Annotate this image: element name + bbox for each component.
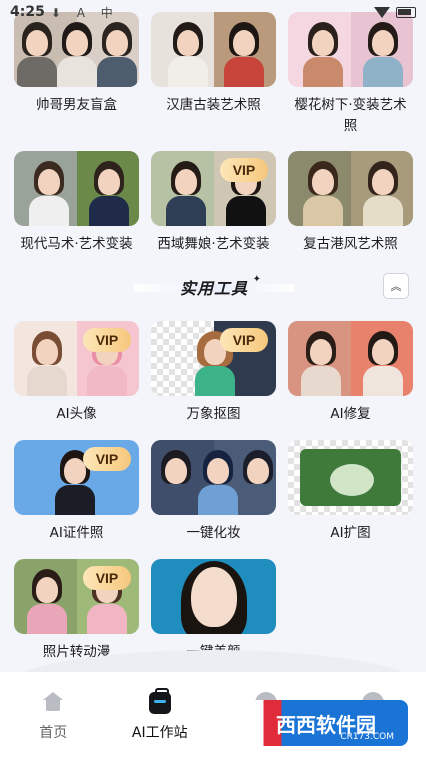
tool-thumbnail [151,440,276,515]
vip-badge: VIP [83,328,131,352]
template-label: 现代马术·艺术变装 [20,236,133,252]
template-grid-row-2: 现代马术·艺术变装 VIP 西域舞娘·艺术变装 复古港风艺术照 [14,151,414,255]
tool-card-id-photo[interactable]: VIP AI证件照 [14,440,139,544]
template-label: 樱花树下·变装艺术照 [294,97,407,134]
template-card-hk-retro[interactable]: 复古港风艺术照 [288,151,413,255]
tool-thumbnail: VIP [14,321,139,396]
status-notification-icons: ⬇ A 中 [50,5,119,20]
tool-card-cutout[interactable]: VIP 万象抠图 [151,321,276,425]
tab-home-label: 首页 [39,725,68,741]
tools-section-title: 实用工具 ✦ [133,274,295,300]
tools-grid-row-3: VIP 照片转动漫 一键美颜 [14,559,414,663]
tool-card-ai-avatar[interactable]: VIP AI头像 [14,321,139,425]
tool-label: 一键化妆 [186,525,241,541]
tools-grid-row-2: VIP AI证件照 一键化妆 AI扩图 [14,440,414,544]
tool-thumbnail: VIP [151,321,276,396]
tool-thumbnail: VIP [14,559,139,634]
vip-badge: VIP [83,447,131,471]
tool-label: AI证件照 [49,525,104,541]
template-thumbnail [288,151,413,226]
tool-thumbnail: VIP [14,440,139,515]
site-watermark-logo: 西西软件园 CR173.COM [232,700,408,746]
tab-ai-station[interactable]: AI工作站 [107,672,214,757]
vip-badge: VIP [220,158,268,182]
tool-thumbnail [288,440,413,515]
tool-label: AI扩图 [330,525,371,541]
tool-card-makeup[interactable]: 一键化妆 [151,440,276,544]
watermark-subtext: CR173.COM [340,732,394,742]
tool-label: AI头像 [56,406,97,422]
status-bar: 4:25 ⬇ A 中 [0,0,426,24]
template-label: 帅哥男友盲盒 [36,97,117,113]
template-grid-row-1: 帅哥男友盲盒 汉唐古装艺术照 樱花树下·变装艺术照 [14,12,414,137]
template-label: 西域舞娘·艺术变装 [157,236,270,252]
template-card-boyfriend[interactable]: 帅哥男友盲盒 [14,12,139,137]
battery-icon [396,6,416,18]
tab-home[interactable]: 首页 [0,672,107,757]
tool-thumbnail [288,321,413,396]
chevrons-up-icon: ︽ [390,280,402,293]
collapse-section-button[interactable]: ︽ [383,273,409,299]
tool-label: 万象抠图 [186,406,241,422]
status-right [374,6,416,18]
tools-grid-row-1: VIP AI头像 VIP 万象抠图 AI修复 [14,321,414,425]
tool-card-expand[interactable]: AI扩图 [288,440,413,544]
template-card-equestrian[interactable]: 现代马术·艺术变装 [14,151,139,255]
status-time: 4:25 [10,4,45,20]
sparkle-icon: ✦ [252,274,261,285]
tools-section-title-text: 实用工具 [179,279,248,298]
tool-thumbnail [151,559,276,634]
template-label: 汉唐古装艺术照 [166,97,261,113]
vip-badge: VIP [83,566,131,590]
tool-card-ai-restore[interactable]: AI修复 [288,321,413,425]
template-label: 复古港风艺术照 [303,236,398,252]
tool-label: AI修复 [330,406,371,422]
template-card-western-dancer[interactable]: VIP 西域舞娘·艺术变装 [151,151,276,255]
wifi-icon [374,6,390,18]
briefcase-icon [148,688,171,714]
template-card-sakura[interactable]: 樱花树下·变装艺术照 [288,12,413,137]
template-card-hantang[interactable]: 汉唐古装艺术照 [151,12,276,137]
vip-badge: VIP [220,328,268,352]
tool-card-beautify[interactable]: 一键美颜 [151,559,276,663]
tab-ai-station-label: AI工作站 [131,725,188,741]
template-thumbnail [14,151,139,226]
home-icon [42,692,64,714]
tool-card-anime[interactable]: VIP 照片转动漫 [14,559,139,663]
template-thumbnail: VIP [151,151,276,226]
